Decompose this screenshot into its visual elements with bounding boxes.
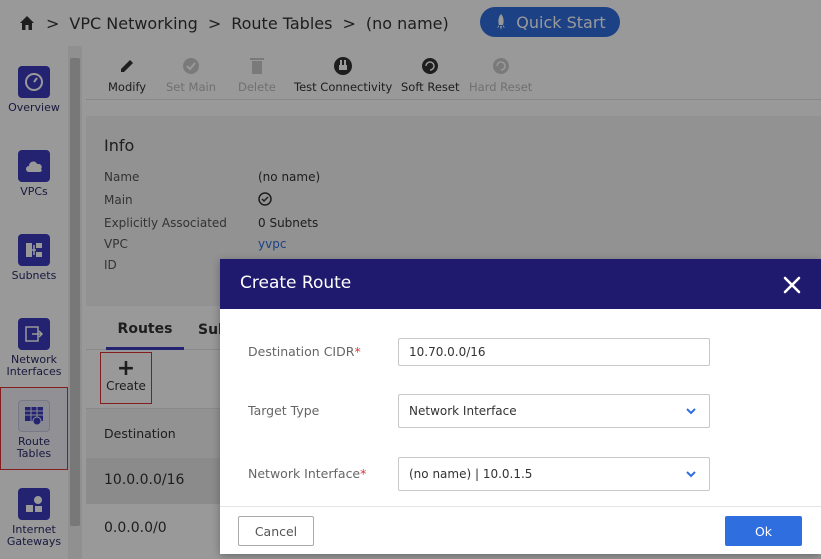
destination-cidr-label: Destination CIDR*	[248, 344, 361, 359]
dialog-footer: Cancel Ok	[220, 506, 821, 554]
target-type-label: Target Type	[248, 403, 320, 418]
required-mark: *	[360, 466, 367, 481]
cancel-button[interactable]: Cancel	[238, 516, 314, 546]
network-interface-select[interactable]: (no name) | 10.0.1.5	[398, 457, 710, 491]
close-icon[interactable]	[780, 273, 804, 297]
ok-button[interactable]: Ok	[725, 516, 802, 546]
network-interface-text: Network Interface	[248, 466, 361, 481]
chevron-down-icon	[686, 408, 696, 415]
target-type-value: Network Interface	[409, 404, 517, 418]
create-route-dialog: Create Route Destination CIDR* Target Ty…	[220, 259, 821, 554]
network-interface-label: Network Interface*	[248, 466, 366, 481]
dialog-title: Create Route	[240, 273, 352, 293]
chevron-down-icon	[686, 471, 696, 478]
required-mark: *	[354, 344, 361, 359]
dialog-header: Create Route	[220, 259, 821, 309]
target-type-select[interactable]: Network Interface	[398, 394, 710, 428]
destination-cidr-text: Destination CIDR	[248, 344, 355, 359]
network-interface-value: (no name) | 10.0.1.5	[409, 467, 533, 481]
destination-cidr-input[interactable]	[398, 338, 710, 366]
